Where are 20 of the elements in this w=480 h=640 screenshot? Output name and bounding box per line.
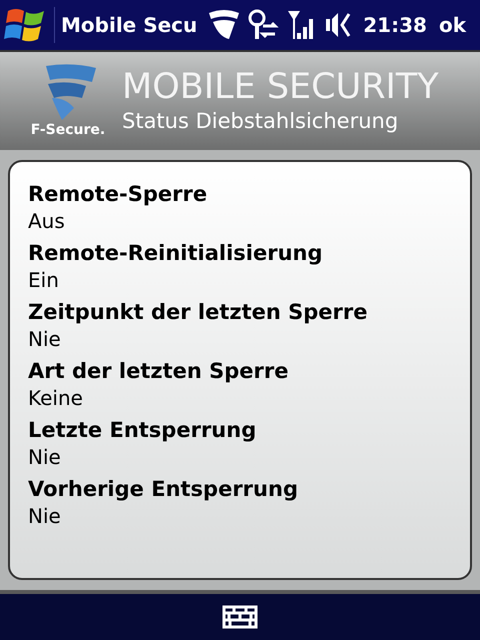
antenna-sync-icon[interactable] — [247, 9, 280, 41]
field-label: Remote-Reinitialisierung — [28, 240, 324, 267]
field-value: Nie — [28, 444, 62, 470]
field-label: Vorherige Entsperrung — [28, 476, 299, 503]
field-label: Art der letzten Sperre — [28, 358, 290, 385]
clock-time[interactable]: 21:38 — [363, 10, 427, 40]
field-label: Zeitpunkt der letzten Sperre — [28, 299, 368, 326]
field-label: Remote-Sperre — [28, 181, 208, 208]
ok-button[interactable]: ok — [438, 10, 466, 40]
field-value: Nie — [28, 326, 62, 352]
field-label: Letzte Entsperrung — [28, 417, 258, 444]
keyboard-icon[interactable] — [222, 605, 258, 629]
window-title: Mobile Secu — [61, 12, 198, 39]
field-value: Aus — [28, 208, 66, 234]
field-value: Ein — [28, 267, 60, 293]
product-title: MOBILE SECURITY — [122, 67, 439, 107]
screen-subtitle: Status Diebstahlsicherung — [122, 108, 400, 135]
field-value: Nie — [28, 503, 62, 529]
brand-name: F-Secure. — [30, 120, 106, 140]
field-value: Keine — [28, 385, 84, 411]
